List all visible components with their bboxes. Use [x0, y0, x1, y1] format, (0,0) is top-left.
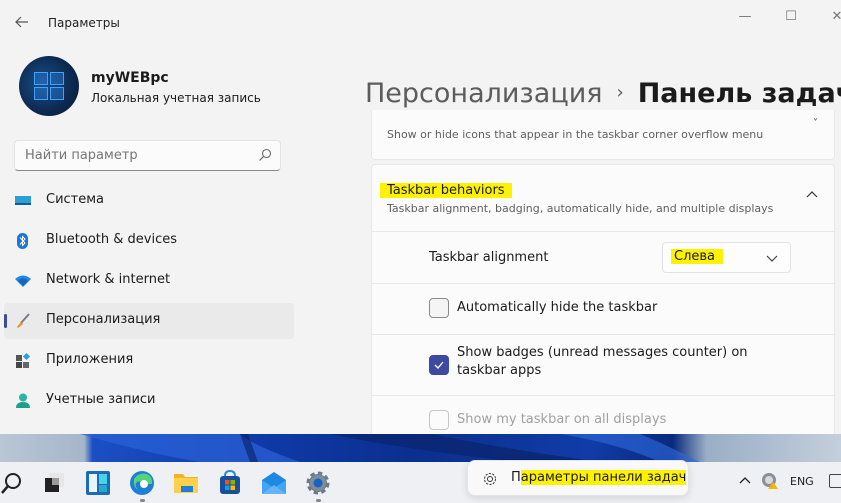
sidebar-item-label: Учетные записи — [46, 392, 156, 407]
system-icon — [15, 196, 31, 205]
minimize-icon: — — [738, 8, 752, 24]
sidebar-item-bluetooth[interactable]: Bluetooth & devices — [4, 223, 294, 259]
chevron-up-icon — [806, 191, 818, 198]
sidebar-item-accounts[interactable]: Учетные записи — [4, 383, 294, 419]
windows-logo-pane — [34, 72, 48, 85]
all-displays-row: Show my taskbar on all displays — [372, 396, 834, 434]
windows-logo-pane — [50, 72, 64, 85]
taskbar-edge-button[interactable] — [129, 470, 155, 502]
account-icon — [16, 393, 30, 408]
sidebar-item-label: Network & internet — [46, 272, 171, 287]
title-bar: Параметры — ☐ ✕ — [0, 0, 841, 46]
page-title: Панель задач — [637, 78, 841, 109]
settings-window: Параметры — ☐ ✕ myWEBpc Локальная учетна… — [0, 0, 841, 434]
section-title: Taskbar behaviors — [380, 183, 512, 198]
taskbar-behaviors-header[interactable]: Taskbar behaviors Taskbar alignment, bad… — [372, 165, 834, 232]
language-indicator[interactable]: ENG — [790, 475, 814, 488]
avatar[interactable] — [19, 56, 79, 116]
taskbar-file-explorer-button[interactable] — [173, 470, 199, 496]
section-description: Taskbar alignment, badging, automaticall… — [387, 202, 774, 215]
taskbar-settings-context-menu-item[interactable]: Параметры панели задач — [467, 460, 689, 496]
sidebar-item-label: Персонализация — [46, 312, 161, 327]
folder-icon — [174, 474, 198, 493]
taskbar-task-view-button[interactable] — [41, 470, 67, 496]
wifi-icon — [15, 275, 31, 287]
maximize-button[interactable]: ☐ — [768, 4, 814, 28]
search-input[interactable] — [25, 148, 245, 163]
taskbar-alignment-label: Taskbar alignment — [429, 250, 549, 265]
context-menu-label-rest: араметры панели задач — [520, 470, 687, 485]
chevron-down-icon: ˅ — [813, 118, 818, 129]
arrow-left-icon — [15, 16, 28, 28]
sidebar-item-label: Bluetooth & devices — [46, 232, 177, 247]
search-icon — [259, 148, 272, 161]
context-menu-label: Параметры панели задач — [511, 470, 687, 485]
apps-icon — [16, 353, 31, 368]
taskbar-alignment-row: Taskbar alignment Слева — [372, 232, 834, 284]
monitor-icon[interactable] — [829, 474, 841, 488]
breadcrumb: Персонализация › Панель задач — [365, 78, 841, 109]
brush-icon — [17, 313, 30, 328]
sidebar-item-system[interactable]: Система — [4, 183, 294, 219]
desktop-wallpaper — [0, 434, 841, 462]
taskbar-behaviors-card: Taskbar behaviors Taskbar alignment, bad… — [371, 164, 835, 434]
auto-hide-row: Automatically hide the taskbar — [372, 284, 834, 335]
show-badges-row: Show badges (unread messages counter) on… — [372, 335, 834, 396]
gear-icon — [306, 471, 330, 495]
sidebar-item-label: Система — [46, 192, 105, 207]
context-menu-label-prefix: П — [511, 470, 521, 485]
store-icon — [220, 469, 240, 494]
all-displays-label: Show my taskbar on all displays — [457, 412, 667, 427]
active-indicator — [4, 314, 7, 328]
gear-icon — [484, 473, 496, 485]
account-type: Локальная учетная запись — [91, 91, 261, 105]
search-box[interactable] — [14, 140, 281, 171]
search-icon — [1, 473, 21, 494]
overflow-card-description: Show or hide icons that appear in the ta… — [387, 128, 764, 141]
show-hidden-icons-chevron-icon[interactable] — [738, 474, 752, 486]
all-displays-checkbox[interactable] — [429, 410, 449, 430]
sidebar-item-personalization[interactable]: Персонализация — [4, 303, 294, 339]
breadcrumb-separator-icon: › — [616, 82, 624, 103]
breadcrumb-parent[interactable]: Персонализация — [365, 78, 603, 109]
show-badges-checkbox[interactable] — [429, 355, 449, 375]
mail-icon — [262, 472, 286, 494]
taskbar-widgets-button[interactable] — [85, 470, 111, 496]
taskbar-settings-button[interactable] — [305, 470, 331, 502]
auto-hide-checkbox[interactable] — [429, 298, 449, 318]
taskbar — [0, 462, 841, 503]
sidebar-item-apps[interactable]: Приложения — [4, 343, 294, 379]
show-badges-label: Show badges (unread messages counter) on… — [457, 345, 748, 378]
taskbar-mail-button[interactable] — [261, 470, 287, 496]
maximize-icon: ☐ — [785, 8, 797, 24]
app-title: Параметры — [48, 16, 120, 30]
taskbar-store-button[interactable] — [217, 469, 243, 496]
chevron-down-icon — [766, 255, 778, 262]
dropdown-selected-value: Слева — [671, 249, 724, 264]
checkmark-icon — [434, 361, 444, 369]
widgets-icon — [86, 471, 110, 495]
taskbar-alignment-dropdown[interactable]: Слева — [662, 242, 791, 273]
weather-warning-icon[interactable] — [760, 472, 780, 490]
wallpaper-swirl — [80, 434, 700, 462]
sidebar-item-network[interactable]: Network & internet — [4, 263, 294, 299]
taskbar-search-button[interactable] — [0, 470, 26, 496]
windows-logo-pane — [34, 87, 48, 100]
task-view-icon — [45, 473, 64, 492]
auto-hide-label: Automatically hide the taskbar — [457, 300, 658, 315]
windows-logo-pane — [50, 87, 64, 100]
overflow-menu-card[interactable]: Show or hide icons that appear in the ta… — [371, 110, 835, 160]
bluetooth-icon — [17, 233, 28, 249]
minimize-button[interactable]: — — [722, 4, 768, 28]
back-button[interactable] — [10, 10, 34, 34]
edge-icon — [130, 471, 154, 495]
user-name: myWEBpc — [91, 70, 169, 86]
close-icon: ✕ — [831, 8, 841, 24]
sidebar-item-label: Приложения — [46, 352, 134, 367]
running-indicator — [316, 499, 321, 502]
running-indicator — [140, 499, 145, 502]
close-button[interactable]: ✕ — [814, 4, 841, 28]
